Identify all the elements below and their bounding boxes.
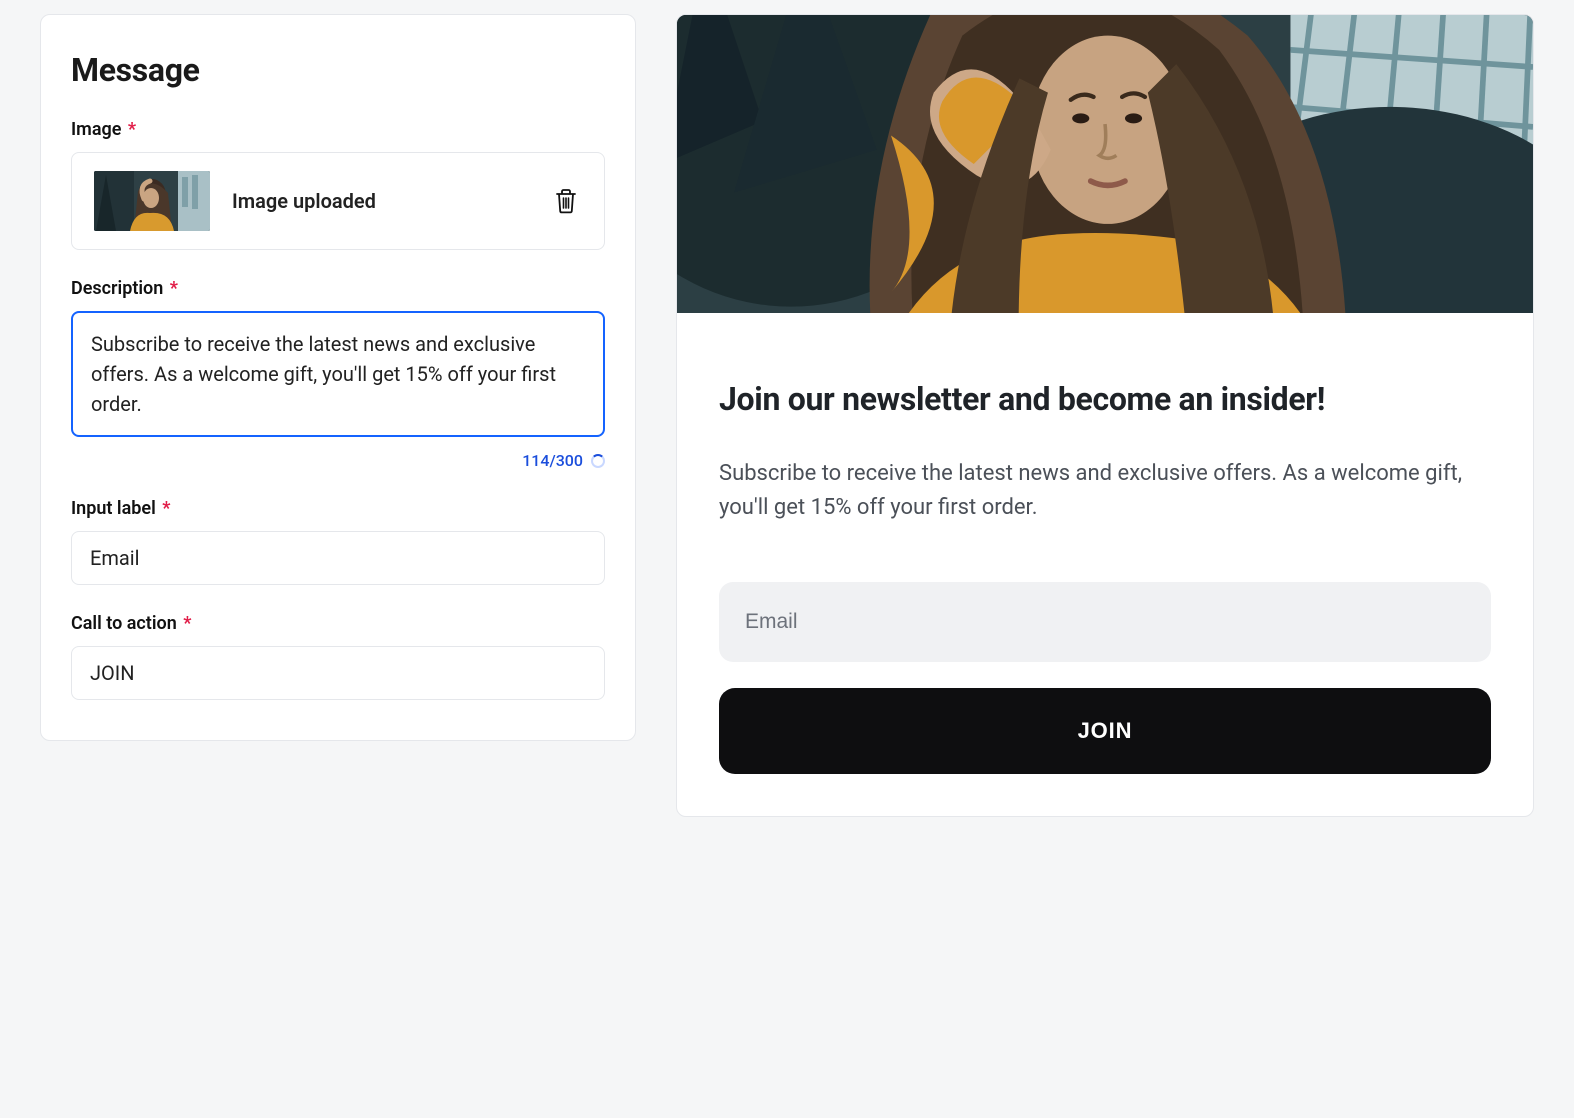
description-field: Description * 114/300 xyxy=(71,278,605,470)
required-mark: * xyxy=(170,278,178,299)
description-label: Description * xyxy=(71,278,605,299)
required-mark: * xyxy=(183,613,191,634)
preview-hero-image xyxy=(677,15,1533,313)
preview-cta-button[interactable]: JOIN xyxy=(719,688,1491,774)
input-label-input[interactable] xyxy=(71,531,605,585)
preview-panel: Join our newsletter and become an inside… xyxy=(676,14,1534,817)
char-counter: 114/300 xyxy=(522,451,583,470)
required-mark: * xyxy=(128,119,136,140)
cta-field: Call to action * xyxy=(71,613,605,700)
hero-illustration xyxy=(677,15,1533,313)
editor-heading: Message xyxy=(71,51,605,89)
input-label-field: Input label * xyxy=(71,498,605,585)
image-status-text: Image uploaded xyxy=(232,189,528,213)
trash-icon xyxy=(554,188,578,214)
required-mark: * xyxy=(162,498,170,519)
preview-title: Join our newsletter and become an inside… xyxy=(719,375,1491,425)
delete-image-button[interactable] xyxy=(550,184,582,218)
preview-body: Join our newsletter and become an inside… xyxy=(677,313,1533,816)
thumbnail-illustration xyxy=(94,171,210,231)
image-thumbnail[interactable] xyxy=(94,171,210,231)
image-field: Image * xyxy=(71,119,605,250)
image-upload-row: Image uploaded xyxy=(71,152,605,250)
loading-spinner-icon xyxy=(591,454,605,468)
description-counter-row: 114/300 xyxy=(71,451,605,470)
input-label-label: Input label * xyxy=(71,498,605,519)
preview-description: Subscribe to receive the latest news and… xyxy=(719,457,1491,527)
cta-label: Call to action * xyxy=(71,613,605,634)
message-editor-panel: Message Image * xyxy=(40,14,636,741)
image-label: Image * xyxy=(71,119,605,140)
cta-input[interactable] xyxy=(71,646,605,700)
description-textarea[interactable] xyxy=(71,311,605,437)
page-layout: Message Image * xyxy=(40,14,1534,817)
preview-email-input[interactable] xyxy=(719,582,1491,662)
